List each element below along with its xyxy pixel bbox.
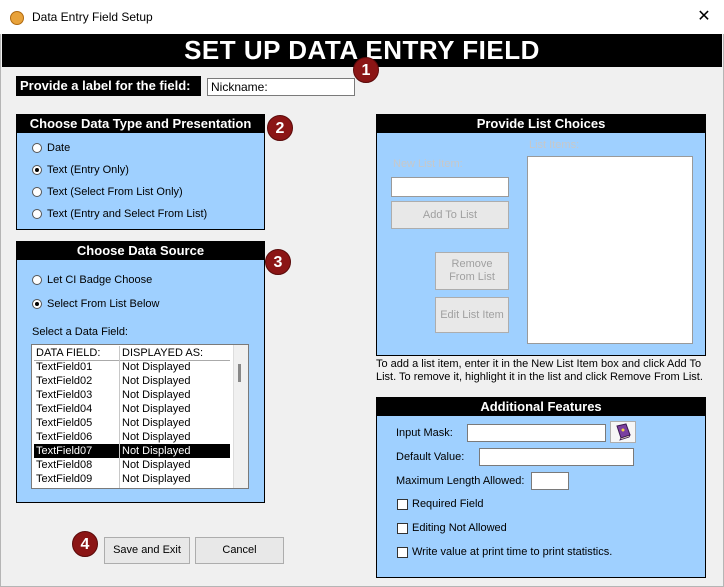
table-row[interactable]: TextField09 Not Displayed [34, 472, 230, 486]
row-displayed: Not Displayed [122, 361, 191, 373]
row-displayed: Not Displayed [122, 403, 191, 415]
column-header-displayed-as: DISPLAYED AS: [122, 347, 204, 359]
table-row-selected[interactable]: TextField07 Not Displayed [34, 444, 230, 458]
column-header-data-field: DATA FIELD: [36, 347, 101, 359]
required-field-label: Required Field [412, 498, 484, 510]
step-4-badge: 4 [72, 531, 98, 557]
row-field: TextField01 [36, 361, 93, 373]
row-field: TextField05 [36, 417, 93, 429]
table-row[interactable]: TextField03 Not Displayed [34, 388, 230, 402]
radio-text-select-only[interactable] [32, 187, 42, 197]
list-items-listbox[interactable] [527, 156, 693, 344]
radio-select-from-list[interactable] [32, 299, 42, 309]
option-text-entry-and-select-label: Text (Entry and Select From List) [47, 208, 208, 220]
option-let-ci-badge-label: Let CI Badge Choose [47, 274, 153, 286]
radio-let-ci-badge-choose[interactable] [32, 275, 42, 285]
table-row[interactable]: TextField06 Not Displayed [34, 430, 230, 444]
step-2-badge: 2 [267, 115, 293, 141]
cancel-button[interactable]: Cancel [195, 537, 284, 564]
label-prompt: Provide a label for the field: [16, 76, 201, 96]
radio-text-entry-and-select[interactable] [32, 209, 42, 219]
editing-not-allowed-checkbox[interactable] [397, 523, 408, 534]
list-header-row: DATA FIELD: DISPLAYED AS: [34, 346, 230, 360]
input-mask-book-button[interactable] [610, 421, 636, 443]
remove-button-line1: Remove [451, 258, 493, 270]
table-row[interactable]: TextField02 Not Displayed [34, 374, 230, 388]
new-list-item-input[interactable] [391, 177, 509, 197]
row-field: TextField09 [36, 473, 93, 485]
print-statistics-label: Write value at print time to print stati… [412, 546, 613, 558]
default-value-label: Default Value: [396, 451, 465, 463]
row-displayed: Not Displayed [122, 459, 191, 471]
book-icon [616, 423, 631, 441]
table-row[interactable]: TextField08 Not Displayed [34, 458, 230, 472]
list-choices-heading: Provide List Choices [377, 115, 705, 133]
step-1-badge: 1 [353, 57, 379, 83]
row-displayed: Not Displayed [122, 389, 191, 401]
step-3-badge: 3 [265, 249, 291, 275]
option-text-entry-only-label: Text (Entry Only) [47, 164, 129, 176]
save-and-exit-button[interactable]: Save and Exit [104, 537, 190, 564]
add-to-list-button[interactable]: Add To List [391, 201, 509, 229]
list-help-text: To add a list item, enter it in the New … [376, 358, 703, 383]
row-displayed: Not Displayed [122, 473, 191, 485]
table-row[interactable]: TextField04 Not Displayed [34, 402, 230, 416]
row-displayed: Not Displayed [122, 445, 191, 457]
row-field: TextField02 [36, 375, 93, 387]
data-field-listbox[interactable]: DATA FIELD: DISPLAYED AS: TextField01 Not… [31, 344, 249, 489]
radio-text-entry-only[interactable] [32, 165, 42, 175]
window-title: Data Entry Field Setup [32, 10, 153, 24]
column-divider [119, 346, 120, 488]
option-select-from-list-label: Select From List Below [47, 298, 160, 310]
option-text-select-only-label: Text (Select From List Only) [47, 186, 183, 198]
option-date-label: Date [47, 142, 71, 154]
select-data-field-label: Select a Data Field: [32, 326, 128, 338]
field-label-input[interactable]: Nickname: [207, 78, 355, 96]
input-mask-label: Input Mask: [396, 427, 453, 439]
row-displayed: Not Displayed [122, 417, 191, 429]
row-field: TextField03 [36, 389, 93, 401]
additional-features-heading: Additional Features [377, 398, 705, 416]
row-displayed: Not Displayed [122, 375, 191, 387]
radio-date[interactable] [32, 143, 42, 153]
data-source-heading: Choose Data Source [17, 242, 264, 260]
editing-not-allowed-label: Editing Not Allowed [412, 522, 507, 534]
row-field: TextField04 [36, 403, 93, 415]
row-field: TextField06 [36, 431, 93, 443]
remove-from-list-button[interactable]: Remove From List [435, 252, 509, 290]
list-items-label: List Items: [529, 139, 580, 151]
table-row[interactable]: TextField01 Not Displayed [34, 360, 230, 374]
remove-button-line2: From List [449, 271, 495, 283]
scrollbar-thumb[interactable] [238, 364, 241, 382]
required-field-checkbox[interactable] [397, 499, 408, 510]
close-icon[interactable]: ✕ [692, 6, 716, 28]
max-length-input[interactable] [531, 472, 569, 490]
table-row[interactable]: TextField05 Not Displayed [34, 416, 230, 430]
row-displayed: Not Displayed [122, 431, 191, 443]
input-mask-input[interactable] [467, 424, 606, 442]
new-list-item-label: New List Item: [393, 158, 463, 170]
data-type-heading: Choose Data Type and Presentation [17, 115, 264, 133]
edit-list-item-button[interactable]: Edit List Item [435, 297, 509, 333]
row-field: TextField07 [36, 445, 93, 457]
default-value-input[interactable] [479, 448, 634, 466]
row-field: TextField08 [36, 459, 93, 471]
app-icon [10, 11, 24, 25]
print-statistics-checkbox[interactable] [397, 547, 408, 558]
max-length-label: Maximum Length Allowed: [396, 475, 525, 487]
